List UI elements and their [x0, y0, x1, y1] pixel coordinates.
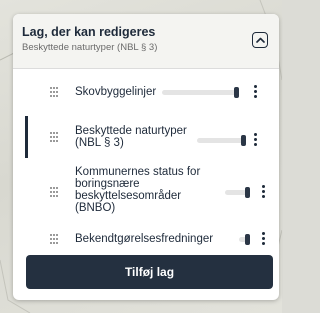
chevron-up-icon: [255, 37, 265, 43]
drag-handle-icon[interactable]: [50, 234, 58, 244]
slider-thumb[interactable]: [234, 87, 239, 98]
panel-header: Lag, der kan redigeres Beskyttede naturt…: [13, 14, 279, 69]
add-layer-button[interactable]: Tilføj lag: [26, 255, 273, 289]
opacity-slider[interactable]: [239, 234, 250, 245]
slider-thumb[interactable]: [245, 234, 250, 245]
drag-handle-icon[interactable]: [50, 132, 58, 142]
layer-row-bekendtgorelsesfredninger[interactable]: Bekendtgørelsesfredninger: [13, 224, 279, 254]
layer-row-skovbyggelinjer[interactable]: Skovbyggelinjer: [13, 72, 279, 112]
layer-label: Bekendtgørelsesfredninger: [75, 233, 214, 245]
editable-layers-panel: Lag, der kan redigeres Beskyttede naturt…: [13, 14, 279, 300]
more-options-icon[interactable]: [253, 133, 257, 147]
more-options-icon[interactable]: [253, 85, 257, 99]
opacity-slider[interactable]: [197, 135, 246, 146]
layer-label: Beskyttede naturtyper (NBL § 3): [75, 125, 187, 149]
layer-label: Kommunernes status for boringsnære besky…: [75, 166, 201, 214]
panel-subtitle: Beskyttede naturtyper (NBL § 3): [22, 42, 158, 53]
drag-handle-icon[interactable]: [50, 187, 58, 197]
opacity-slider[interactable]: [162, 87, 239, 98]
opacity-slider[interactable]: [225, 187, 250, 198]
panel-title: Lag, der kan redigeres: [22, 25, 156, 39]
drag-handle-icon[interactable]: [50, 87, 58, 97]
layer-row-beskyttede-naturtyper[interactable]: Beskyttede naturtyper (NBL § 3): [13, 116, 279, 158]
collapse-button[interactable]: [252, 32, 268, 48]
layer-row-bnbo[interactable]: Kommunernes status for boringsnære besky…: [13, 164, 279, 220]
slider-thumb[interactable]: [241, 135, 246, 146]
more-options-icon[interactable]: [261, 185, 265, 199]
slider-thumb[interactable]: [245, 187, 250, 198]
layer-label: Skovbyggelinjer: [75, 86, 157, 98]
more-options-icon[interactable]: [261, 232, 265, 246]
